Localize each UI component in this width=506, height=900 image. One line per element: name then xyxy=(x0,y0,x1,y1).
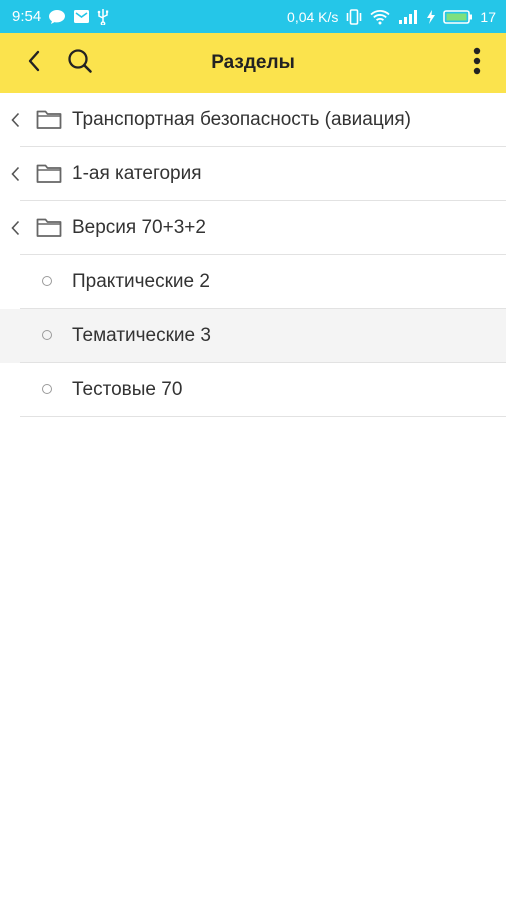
toolbar: Разделы xyxy=(0,33,506,93)
radio-circle-icon xyxy=(42,330,52,340)
vibrate-icon xyxy=(345,8,363,25)
list-item[interactable]: Тестовые 70 xyxy=(0,363,506,417)
row-divider xyxy=(20,416,506,417)
item-label: Тематические 3 xyxy=(72,325,211,346)
chevron-left-icon[interactable] xyxy=(7,201,23,255)
search-button[interactable] xyxy=(58,33,102,93)
list-item[interactable]: Тематические 3 xyxy=(0,309,506,363)
section-row[interactable]: Транспортная безопасность (авиация) xyxy=(0,93,506,147)
usb-icon xyxy=(97,8,109,25)
folder-icon xyxy=(36,108,62,130)
chat-bubble-icon xyxy=(48,9,66,25)
section-row[interactable]: Версия 70+3+2 xyxy=(0,201,506,255)
search-icon xyxy=(66,47,94,80)
item-label: Практические 2 xyxy=(72,271,210,292)
chevron-left-icon[interactable] xyxy=(7,147,23,201)
network-speed: 0,04 K/s xyxy=(287,8,339,25)
image-message-icon xyxy=(73,9,90,24)
status-right: 0,04 K/s 17 xyxy=(287,9,496,25)
status-bar: 9:54 0,04 K/s 17 xyxy=(0,0,506,33)
radio-circle-icon xyxy=(42,276,52,286)
more-vertical-icon xyxy=(473,47,481,80)
section-row[interactable]: 1-ая категория xyxy=(0,147,506,201)
back-button[interactable] xyxy=(12,33,56,93)
section-label: Транспортная безопасность (авиация) xyxy=(72,109,411,130)
overflow-menu-button[interactable] xyxy=(462,33,492,93)
folder-icon xyxy=(36,162,62,184)
status-left: 9:54 xyxy=(12,8,109,25)
signal-icon xyxy=(397,9,419,25)
chevron-left-icon[interactable] xyxy=(7,93,23,147)
section-label: 1-ая категория xyxy=(72,163,202,184)
radio-circle-icon xyxy=(42,384,52,394)
folder-icon xyxy=(36,216,62,238)
chevron-left-icon xyxy=(27,50,41,77)
list-item[interactable]: Практические 2 xyxy=(0,255,506,309)
section-label: Версия 70+3+2 xyxy=(72,217,206,238)
wifi-icon xyxy=(370,9,391,25)
item-label: Тестовые 70 xyxy=(72,379,183,400)
battery-icon xyxy=(443,9,473,25)
charging-icon xyxy=(426,9,436,25)
status-time: 9:54 xyxy=(12,8,42,25)
sections-list: Транспортная безопасность (авиация) 1-ая… xyxy=(0,93,506,417)
battery-percent: 17 xyxy=(480,8,496,25)
